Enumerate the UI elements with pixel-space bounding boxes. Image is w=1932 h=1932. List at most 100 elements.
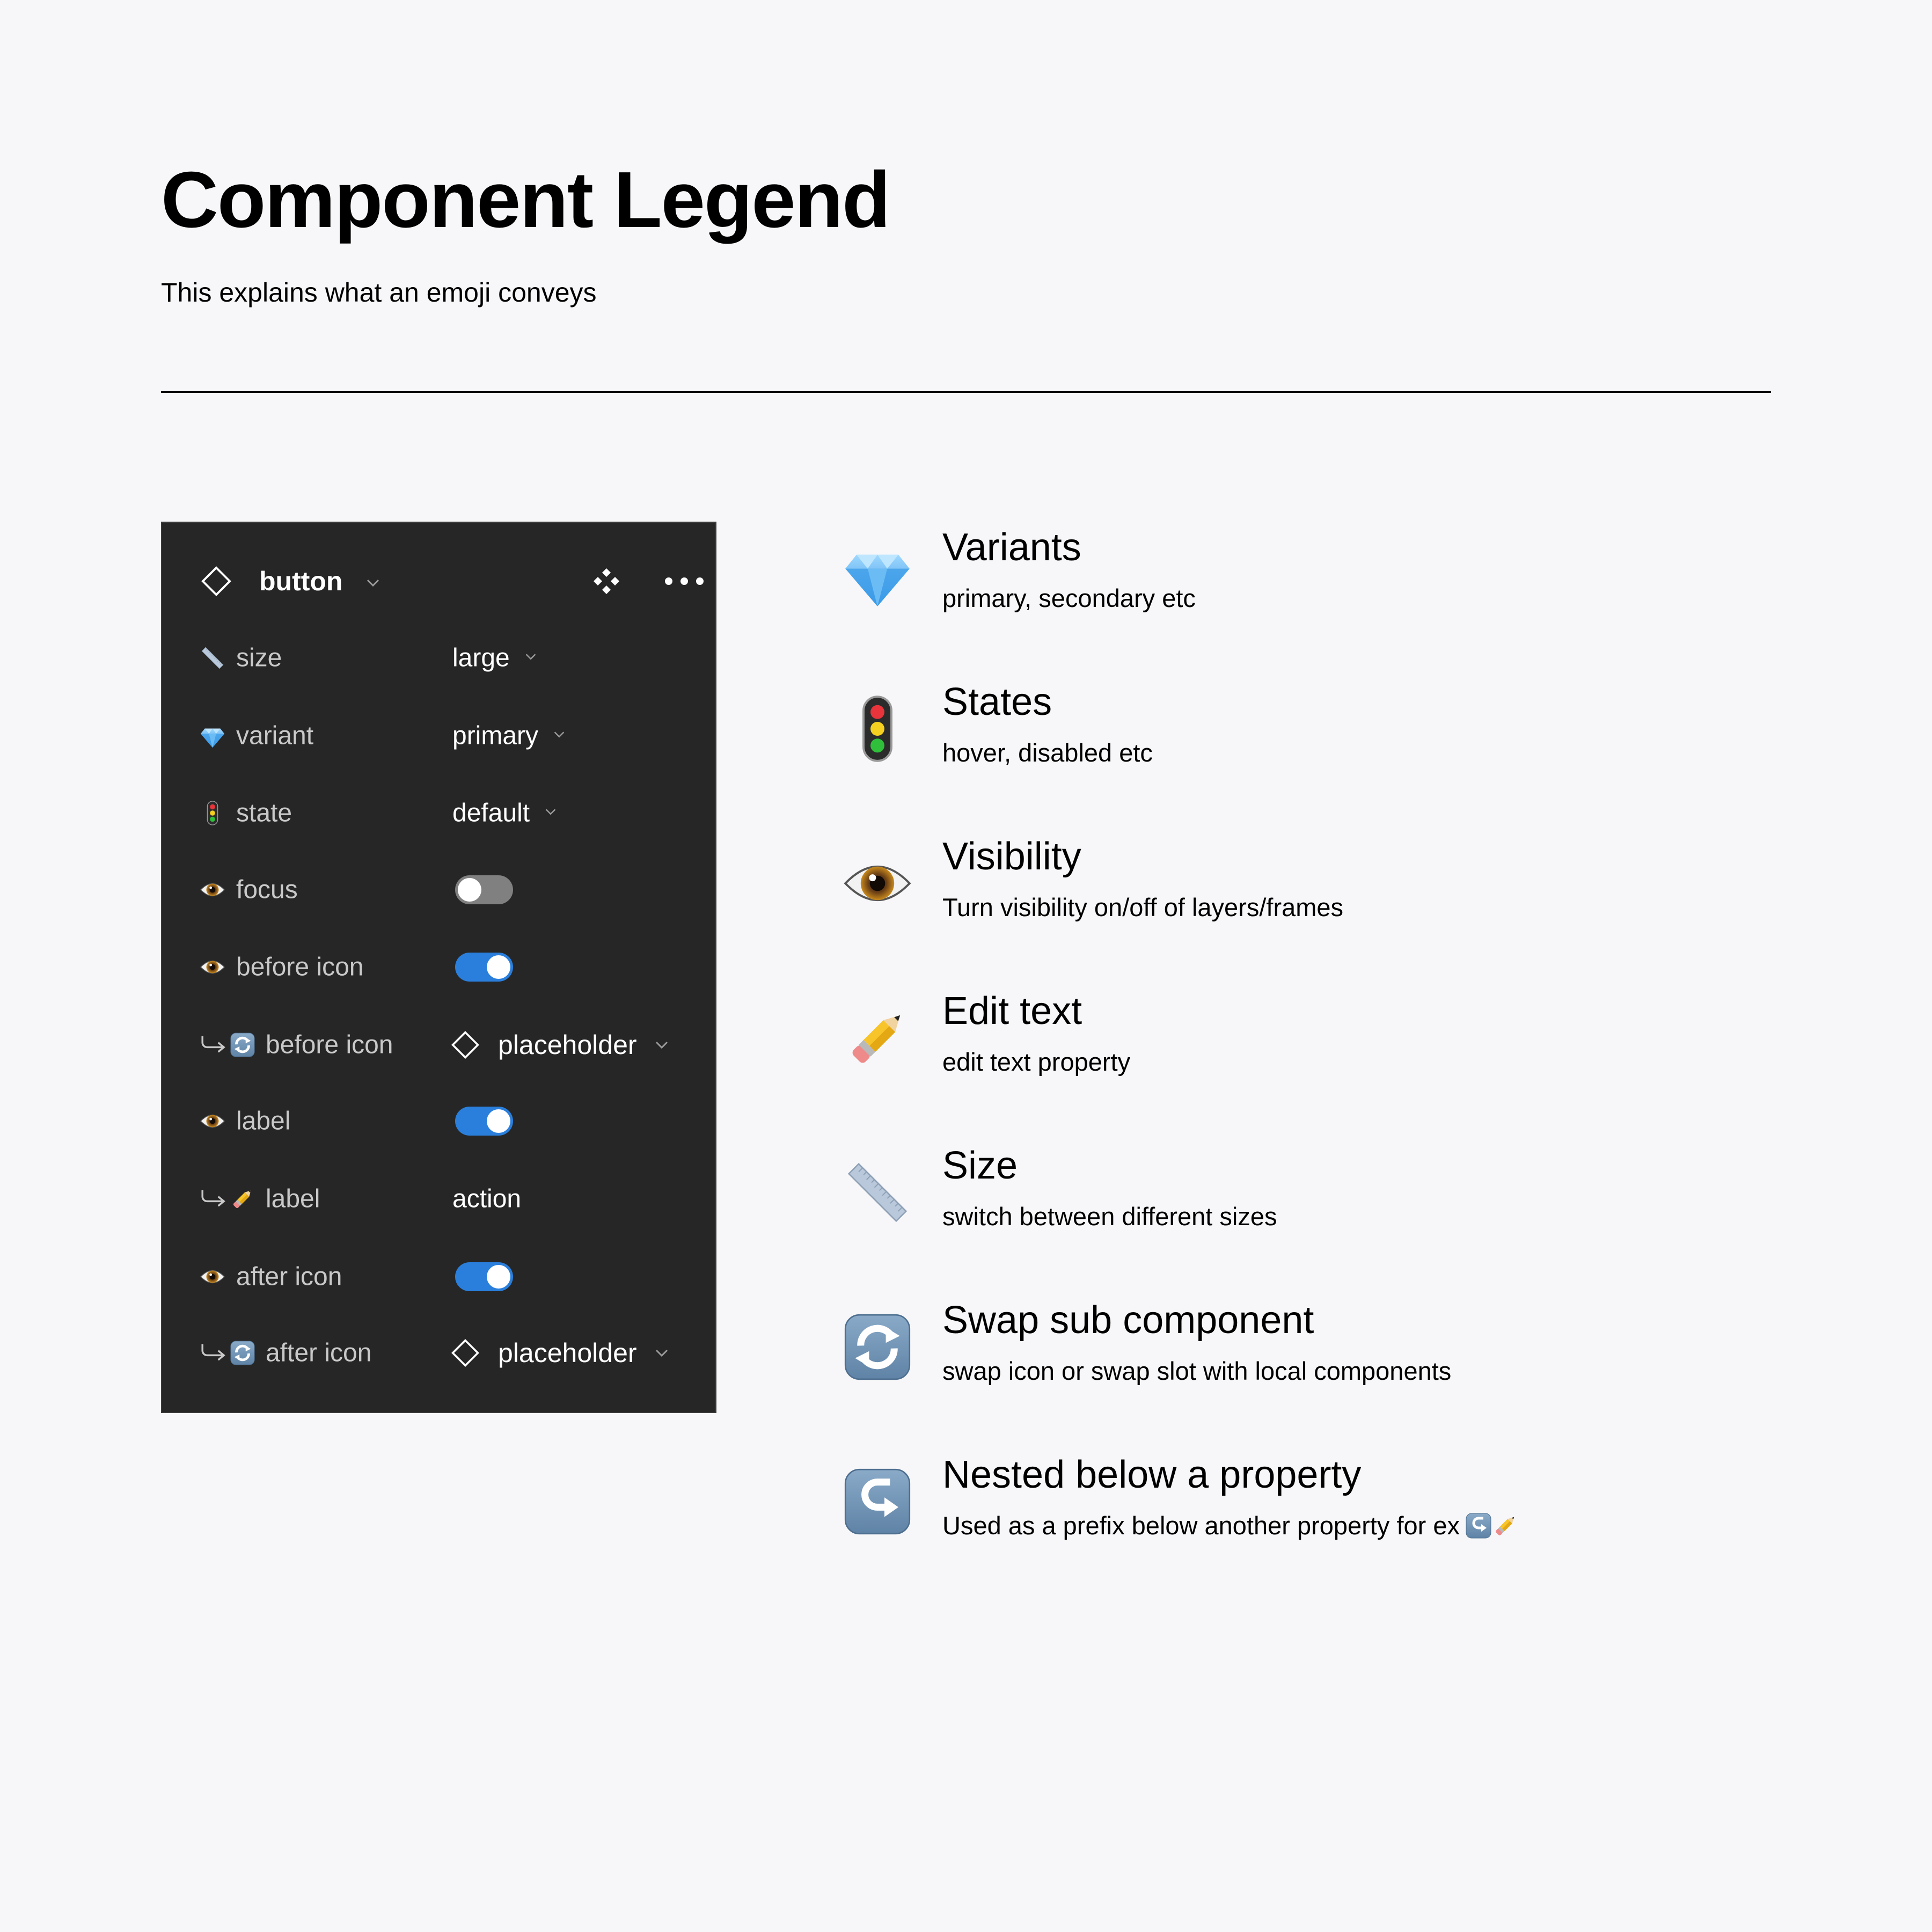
toggle-knob [487, 1109, 510, 1133]
pencil-icon [843, 1003, 912, 1073]
traffic-light-icon [200, 800, 225, 826]
property-row-variant: variant primary [161, 709, 716, 763]
traffic-light-icon [843, 694, 912, 764]
label-toggle[interactable] [455, 1107, 513, 1136]
nested-arrow-icon [200, 1032, 228, 1058]
nested-arrow-icon [1465, 1512, 1492, 1539]
instance-value: placeholder [498, 1338, 637, 1368]
dropdown-value: primary [452, 721, 539, 750]
eye-icon [200, 1264, 225, 1290]
property-row-state: state default [161, 786, 716, 840]
legend-title: Size [942, 1144, 1018, 1187]
eye-icon [843, 848, 912, 918]
property-label: before icon [236, 953, 364, 982]
legend-item-nested: Nested below a property Used as a prefix… [843, 1451, 1809, 1569]
panel-header: button [161, 554, 716, 608]
legend-description-row: Used as a prefix below another property … [942, 1509, 1519, 1543]
swap-icon [230, 1340, 255, 1366]
before-icon-toggle[interactable] [455, 953, 513, 982]
eye-icon [200, 1108, 225, 1134]
property-row-label-visibility: label [161, 1094, 716, 1148]
legend-description: swap icon or swap slot with local compon… [942, 1357, 1452, 1385]
component-set-icon[interactable] [592, 567, 620, 595]
chevron-down-icon[interactable] [366, 577, 380, 589]
legend-description: Used as a prefix below another property … [942, 1511, 1460, 1540]
legend-description: Turn visibility on/off of layers/frames [942, 893, 1344, 921]
size-dropdown[interactable]: large [452, 643, 537, 673]
ruler-icon [200, 645, 225, 671]
property-row-after-icon-swap: after icon placeholder [161, 1326, 716, 1380]
toggle-knob [487, 1265, 510, 1289]
property-label: after icon [266, 1338, 372, 1367]
variant-dropdown[interactable]: primary [452, 721, 565, 751]
text-value: action [452, 1184, 522, 1213]
property-row-focus: focus [161, 863, 716, 917]
component-instance-icon [451, 1030, 480, 1059]
more-icon[interactable] [663, 576, 705, 587]
toggle-knob [458, 878, 481, 902]
legend-item-swap: Swap sub component swap icon or swap slo… [843, 1296, 1809, 1414]
legend-item-visibility: Visibility Turn visibility on/off of lay… [843, 832, 1809, 950]
property-row-size: size large [161, 631, 716, 685]
eye-icon [200, 954, 225, 980]
ruler-icon [843, 1158, 912, 1227]
nested-arrow-icon [200, 1340, 228, 1366]
legend-description: primary, secondary etc [942, 584, 1196, 612]
property-label: variant [236, 721, 314, 750]
property-label: focus [236, 875, 298, 904]
dropdown-value: default [452, 799, 530, 828]
gem-icon [200, 723, 225, 749]
property-row-after-icon-visibility: after icon [161, 1250, 716, 1304]
chevron-down-icon [655, 1347, 669, 1359]
property-label: state [236, 799, 292, 828]
property-row-before-icon-visibility: before icon [161, 940, 716, 994]
chevron-down-icon [525, 650, 537, 662]
legend-title: States [942, 680, 1052, 723]
page-subtitle: This explains what an emoji conveys [161, 277, 597, 308]
legend-title: Swap sub component [942, 1299, 1314, 1342]
page-title: Component Legend [161, 156, 890, 244]
eye-icon [200, 877, 225, 903]
swap-icon [230, 1032, 255, 1058]
property-label: after icon [236, 1262, 342, 1291]
legend-description: switch between different sizes [942, 1202, 1277, 1231]
legend-item-size: Size switch between different sizes [843, 1141, 1809, 1260]
property-row-before-icon-swap: before icon placeholder [161, 1018, 716, 1072]
after-icon-toggle[interactable] [455, 1262, 513, 1291]
focus-toggle[interactable] [455, 875, 513, 904]
property-label: label [236, 1107, 291, 1136]
legend-description: hover, disabled etc [942, 738, 1153, 767]
legend-description: edit text property [942, 1048, 1131, 1076]
component-name[interactable]: button [259, 566, 342, 597]
legend-title: Variants [942, 526, 1081, 569]
legend-item-states: States hover, disabled etc [843, 678, 1809, 796]
after-icon-instance-select[interactable]: placeholder [451, 1334, 698, 1372]
component-instance-icon [451, 1338, 480, 1367]
legend-title: Nested below a property [942, 1453, 1362, 1496]
state-dropdown[interactable]: default [452, 799, 557, 828]
gem-icon [843, 539, 912, 609]
component-properties-panel: button size large variant primary state … [161, 522, 716, 1413]
before-icon-instance-select[interactable]: placeholder [451, 1026, 698, 1064]
legend-item-edit-text: Edit text edit text property [843, 987, 1809, 1105]
chevron-down-icon [545, 806, 557, 817]
legend-item-variants: Variants primary, secondary etc [843, 523, 1809, 641]
property-label: before icon [266, 1030, 393, 1059]
property-row-label-text: label action [161, 1172, 716, 1226]
toggle-knob [487, 955, 510, 979]
property-label: label [266, 1184, 320, 1213]
legend-title: Edit text [942, 990, 1082, 1033]
dropdown-value: large [452, 643, 510, 672]
nested-arrow-icon [200, 1186, 228, 1212]
chevron-down-icon [553, 728, 565, 740]
pencil-icon [230, 1186, 255, 1212]
swap-icon [843, 1312, 912, 1382]
nested-arrow-icon [843, 1467, 912, 1536]
label-text-input[interactable]: action [452, 1184, 521, 1214]
pencil-icon [1492, 1512, 1519, 1539]
component-instance-icon [201, 566, 232, 597]
property-label: size [236, 643, 282, 672]
instance-value: placeholder [498, 1030, 637, 1060]
legend-title: Visibility [942, 835, 1081, 878]
divider [161, 391, 1771, 393]
